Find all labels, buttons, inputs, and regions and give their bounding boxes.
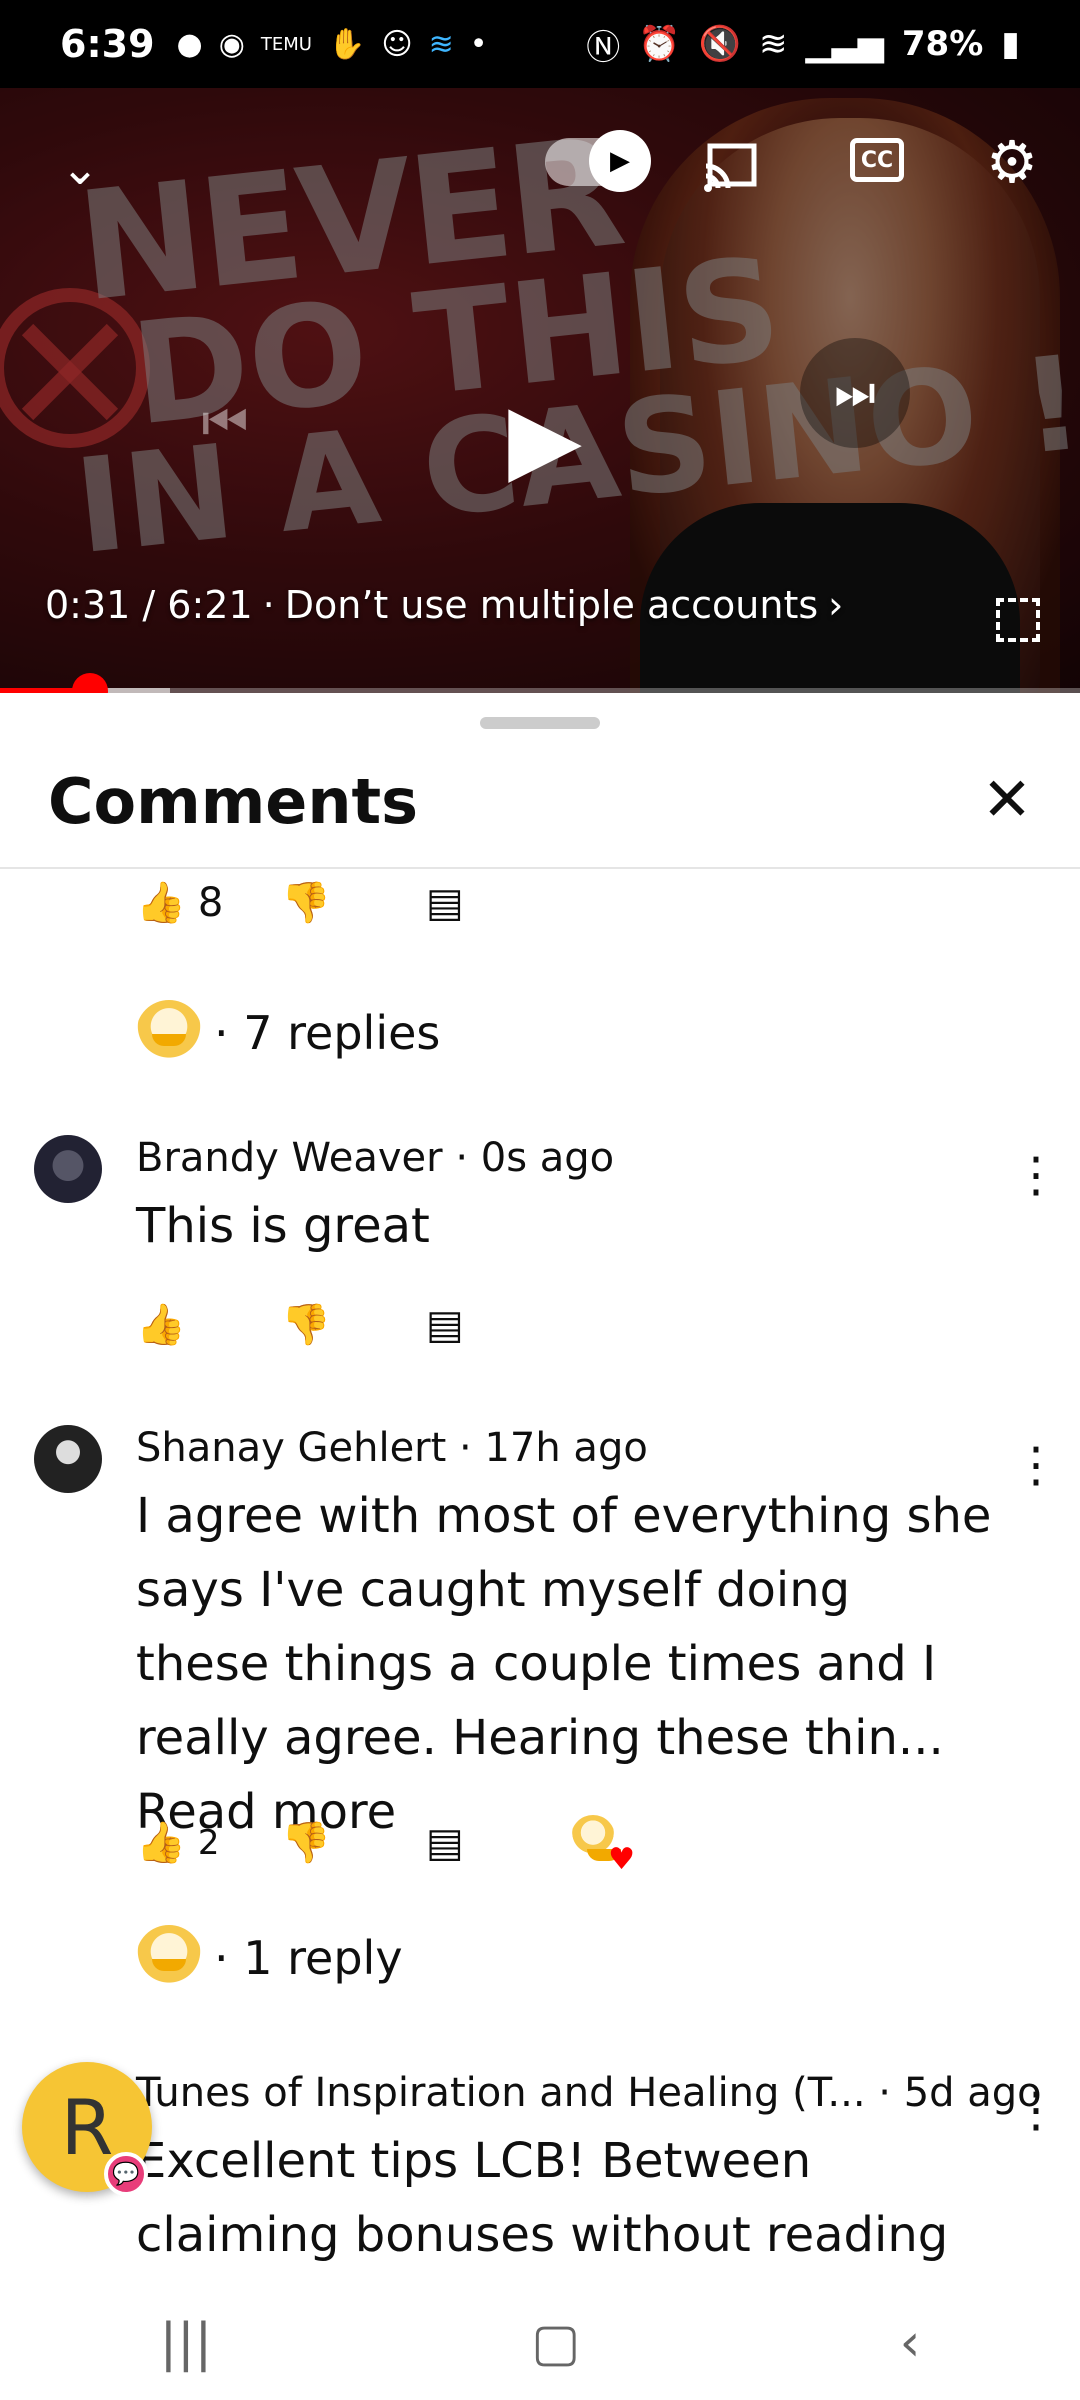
comments-sheet: Comments ✕ 👍 8 👎 ▤ · 7 replies Brandy Wea…	[0, 695, 1080, 2337]
progress-bar[interactable]	[0, 673, 1080, 693]
heart-icon: ♥	[608, 1842, 635, 1877]
like-button[interactable]: 👍 2	[136, 1823, 281, 1863]
play-icon: ▶	[589, 130, 651, 192]
system-nav-bar: ||| ▢ ‹	[0, 2285, 1080, 2400]
comment-actions: 👍 👎 ▤	[136, 1305, 571, 1345]
dislike-button[interactable]: 👎	[281, 1823, 426, 1863]
comment-age: · 0s ago	[455, 1135, 615, 1181]
chapter-title[interactable]: Don’t use multiple accounts	[285, 583, 818, 627]
comment-actions: 👍 2 👎 ▤ ♥	[136, 1815, 716, 1877]
home-icon[interactable]: ▢	[531, 2313, 580, 2373]
more-vert-icon[interactable]: ⋮	[1012, 2082, 1060, 2138]
reply-button[interactable]: ▤	[426, 1823, 571, 1863]
chat-bubble-icon: ●	[176, 26, 203, 62]
view-replies-button[interactable]: · 7 replies	[136, 1000, 440, 1066]
status-time: 6:39	[60, 22, 155, 66]
reply-icon: ▤	[426, 880, 464, 926]
video-player[interactable]: NEVER DO THIS IN A CASINO ! ⌄ ▶ CC ⚙ ⏮ ▶…	[0, 88, 1080, 693]
close-icon[interactable]: ✕	[972, 765, 1042, 835]
comment-text: I agree with most of everything she says…	[136, 1488, 992, 1840]
comment-author[interactable]: Shanay Gehlert	[136, 1425, 446, 1471]
battery-percent: 78%	[901, 24, 984, 64]
creator-avatar	[136, 1925, 202, 1991]
reply-button[interactable]: ▤	[426, 883, 571, 923]
mute-icon: 🔇	[698, 24, 741, 64]
recents-icon[interactable]: |||	[160, 2313, 213, 2373]
more-vert-icon[interactable]: ⋮	[1012, 1147, 1060, 1203]
reply-icon: ▤	[426, 1302, 464, 1348]
cast-icon[interactable]	[700, 136, 760, 196]
thumbs-down-icon: 👎	[281, 1302, 331, 1348]
hand-icon: ✋	[327, 26, 366, 62]
avatar[interactable]	[34, 1425, 102, 1493]
time-chapter-bar[interactable]: 0:31 / 6:21 · Don’t use multiple account…	[45, 583, 843, 627]
wifi-icon: ≋	[758, 24, 788, 64]
time-display: 0:31 / 6:21	[45, 583, 253, 627]
captions-icon[interactable]: CC	[850, 138, 904, 182]
like-button[interactable]: 👍	[136, 1305, 281, 1345]
battery-icon: ▮	[1001, 24, 1020, 64]
temu-icon: TEMU	[260, 33, 312, 55]
play-button[interactable]: ▶	[485, 378, 605, 498]
comment-actions: 👍 8 👎 ▤	[136, 880, 571, 926]
creator-avatar	[136, 1000, 202, 1066]
minimize-chevron-icon[interactable]: ⌄	[50, 138, 110, 198]
comment-author[interactable]: Tunes of Inspiration and Healing (T...	[136, 2070, 866, 2116]
autoplay-toggle[interactable]: ▶	[545, 130, 651, 192]
messenger-icon: ◉	[218, 26, 245, 62]
dislike-button[interactable]: 👎	[281, 1305, 426, 1345]
thumbs-down-icon: 👎	[281, 880, 331, 926]
dot-icon: •	[469, 26, 488, 62]
separator: ·	[262, 583, 275, 627]
divider	[0, 867, 1080, 869]
thumbs-down-icon: 👎	[281, 1820, 331, 1866]
thumbs-up-icon: 👍	[136, 880, 186, 926]
creator-heart: ♥	[571, 1815, 716, 1877]
settings-gear-icon[interactable]: ⚙	[980, 128, 1044, 196]
next-icon[interactable]: ⏭	[800, 338, 910, 448]
messages-badge-icon: 💬	[104, 2152, 148, 2196]
comments-title: Comments	[48, 765, 419, 838]
more-vert-icon[interactable]: ⋮	[1012, 1437, 1060, 1493]
nfc-icon: Ⓝ	[586, 27, 621, 68]
back-icon[interactable]: ‹	[900, 2313, 921, 2373]
comment-text: This is great	[136, 1198, 430, 1254]
fullscreen-icon[interactable]	[996, 598, 1040, 642]
reply-button[interactable]: ▤	[426, 1305, 571, 1345]
avatar[interactable]	[34, 1135, 102, 1203]
chevron-right-icon: ›	[828, 583, 844, 627]
chat-head-button[interactable]: R 💬	[22, 2062, 152, 2196]
thumbs-up-icon: 👍	[136, 1302, 186, 1348]
wifi-calling-icon: ≋	[428, 26, 454, 62]
alarm-icon: ⏰	[638, 24, 681, 64]
dislike-button[interactable]: 👎	[281, 883, 426, 923]
signal-icon: ▁▃▅	[805, 24, 884, 64]
drag-handle[interactable]	[480, 717, 600, 729]
like-button[interactable]: 👍 8	[136, 880, 281, 926]
status-bar: 6:39 ● ◉ TEMU ✋ ☺ ≋ • Ⓝ ⏰ 🔇 ≋ ▁▃▅ 78% ▮	[0, 0, 1080, 88]
previous-icon[interactable]: ⏮	[190, 388, 260, 458]
thumbs-up-icon: 👍	[136, 1820, 186, 1866]
comment-age: · 17h ago	[459, 1425, 648, 1471]
reply-icon: ▤	[426, 1820, 464, 1866]
smile-app-icon: ☺	[381, 26, 413, 62]
comment-author[interactable]: Brandy Weaver	[136, 1135, 443, 1181]
view-replies-button[interactable]: · 1 reply	[136, 1925, 403, 1991]
